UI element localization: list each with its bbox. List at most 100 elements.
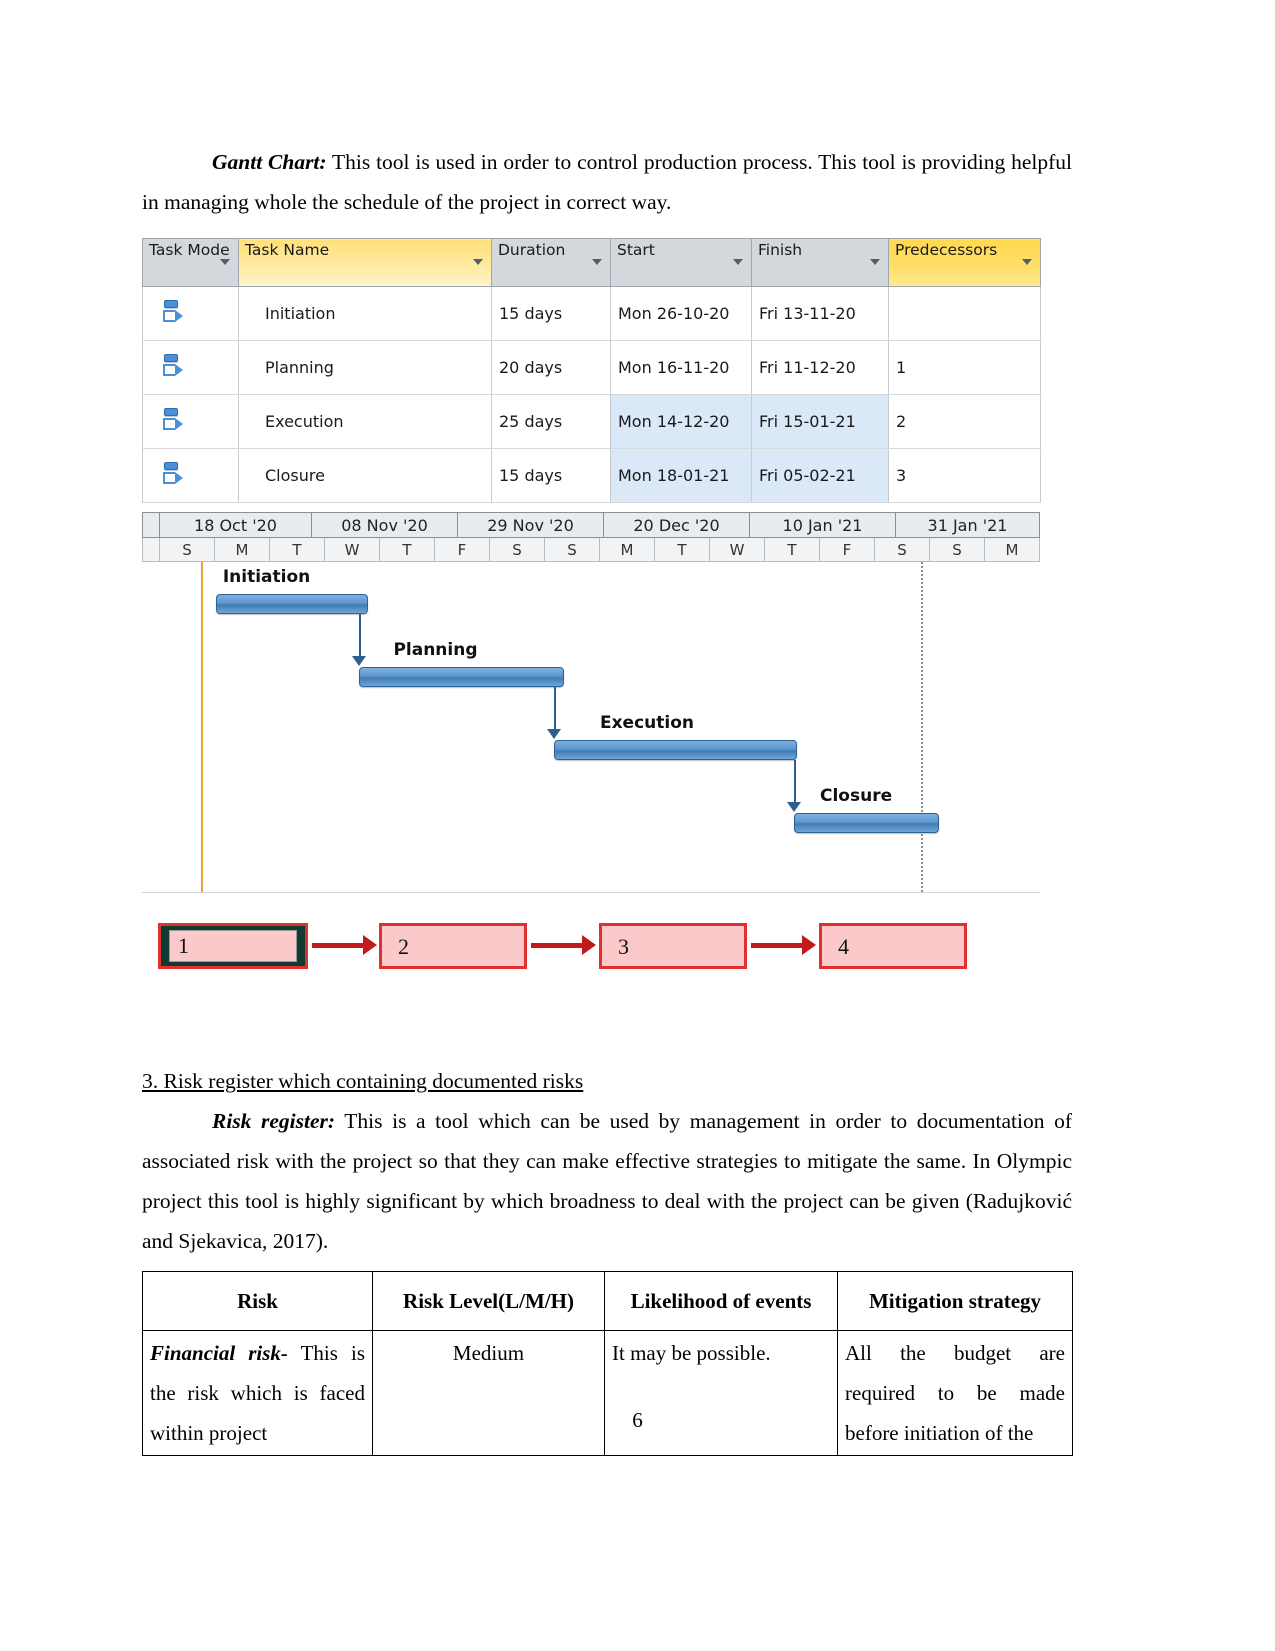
gantt-bar-planning[interactable] — [359, 667, 565, 687]
timescale-minor-cell: T — [654, 538, 709, 562]
risk-cell-level: Medium — [372, 1330, 605, 1456]
network-node-4[interactable]: 4 — [819, 923, 967, 969]
chevron-down-icon[interactable] — [220, 259, 230, 265]
bar-label-execution: Execution — [599, 713, 694, 733]
cell-task-name[interactable]: Planning — [238, 340, 492, 395]
gantt-chart-label: Gantt Chart: — [212, 150, 327, 174]
timescale-minor-cell: S — [489, 538, 544, 562]
dependency-link-2 — [554, 687, 557, 731]
cell-start[interactable]: Mon 16-11-20 — [610, 340, 752, 395]
network-node-3[interactable]: 3 — [599, 923, 747, 969]
timescale-major-cell: 18 Oct '20 — [159, 512, 311, 538]
network-node-1[interactable]: 1 — [158, 923, 308, 969]
network-node-1-label: 1 — [169, 930, 297, 962]
cell-task-mode[interactable] — [142, 340, 239, 395]
column-header-task-mode[interactable]: Task Mode — [142, 238, 239, 287]
table-row[interactable]: Initiation 15 days Mon 26-10-20 Fri 13-1… — [142, 286, 1041, 341]
bar-label-initiation: Initiation — [222, 567, 311, 587]
cell-start[interactable]: Mon 18-01-21 — [610, 448, 752, 503]
start-header-label: Start — [617, 241, 655, 259]
auto-schedule-icon — [163, 461, 183, 487]
column-header-start[interactable]: Start — [610, 238, 752, 287]
cell-duration[interactable]: 25 days — [491, 394, 611, 449]
chevron-down-icon[interactable] — [473, 259, 483, 265]
timescale-major-cell: 29 Nov '20 — [457, 512, 603, 538]
cell-start[interactable]: Mon 26-10-20 — [610, 286, 752, 341]
cell-duration[interactable]: 15 days — [491, 448, 611, 503]
dependency-arrow-3 — [786, 802, 801, 812]
duration-header-label: Duration — [498, 241, 566, 259]
cell-start[interactable]: Mon 14-12-20 — [610, 394, 752, 449]
network-node-4-label: 4 — [838, 934, 849, 959]
timescale-minor-cell: S — [159, 538, 214, 562]
timescale-minor-cell: F — [434, 538, 489, 562]
risk-cell-mitigation: All the budget are required to be made b… — [837, 1330, 1073, 1456]
cell-predecessors[interactable] — [888, 286, 1041, 341]
column-header-predecessors[interactable]: Predecessors — [888, 238, 1041, 287]
cell-predecessors[interactable]: 1 — [888, 340, 1041, 395]
table-row[interactable]: Execution 25 days Mon 14-12-20 Fri 15-01… — [142, 394, 1041, 449]
dependency-link-1 — [359, 614, 362, 658]
cell-predecessors[interactable]: 2 — [888, 394, 1041, 449]
gantt-bar-initiation[interactable] — [215, 594, 369, 614]
cell-finish[interactable]: Fri 15-01-21 — [751, 394, 889, 449]
column-header-task-name[interactable]: Task Name — [238, 238, 492, 287]
network-node-2[interactable]: 2 — [379, 923, 527, 969]
timescale-minor-cell: M — [984, 538, 1040, 562]
network-arrow-2-3 — [531, 935, 596, 955]
network-node-2-label: 2 — [398, 934, 409, 959]
cell-task-name[interactable]: Closure — [238, 448, 492, 503]
table-row[interactable]: Closure 15 days Mon 18-01-21 Fri 05-02-2… — [142, 448, 1041, 503]
page-number: 6 — [632, 1408, 643, 1432]
gantt-bar-closure[interactable] — [793, 813, 939, 833]
timescale-minor-cell: S — [544, 538, 599, 562]
cell-task-name[interactable]: Initiation — [238, 286, 492, 341]
timescale-major-cell: 31 Jan '21 — [895, 512, 1040, 538]
timescale-minor-cell: T — [764, 538, 819, 562]
risk-header-mitigation: Mitigation strategy — [837, 1271, 1073, 1331]
table-row[interactable]: Planning 20 days Mon 16-11-20 Fri 11-12-… — [142, 340, 1041, 395]
cell-finish[interactable]: Fri 13-11-20 — [751, 286, 889, 341]
risk-name-label: Financial risk- — [150, 1341, 288, 1365]
network-arrow-1-2 — [312, 935, 377, 955]
cell-task-mode[interactable] — [142, 286, 239, 341]
cell-task-mode[interactable] — [142, 394, 239, 449]
timescale-minor-cell: W — [709, 538, 764, 562]
cell-finish[interactable]: Fri 11-12-20 — [751, 340, 889, 395]
document-page: Gantt Chart: This tool is used in order … — [0, 0, 1275, 1651]
risk-register-paragraph: Risk register: This is a tool which can … — [142, 1101, 1072, 1261]
chevron-down-icon[interactable] — [592, 259, 602, 265]
timescale-major-pad — [142, 512, 159, 538]
grid-header-row: Task Mode Task Name Duration Start Finis… — [142, 238, 1041, 287]
timescale-major-cell: 10 Jan '21 — [749, 512, 895, 538]
risk-cell-description: Financial risk- This is the risk which i… — [142, 1330, 373, 1456]
column-header-duration[interactable]: Duration — [491, 238, 611, 287]
gantt-bar-execution[interactable] — [554, 740, 797, 760]
status-date-line — [921, 562, 924, 892]
column-header-finish[interactable]: Finish — [751, 238, 889, 287]
chevron-down-icon[interactable] — [1022, 259, 1032, 265]
cell-duration[interactable]: 20 days — [491, 340, 611, 395]
risk-header-level: Risk Level(L/M/H) — [372, 1271, 605, 1331]
cell-task-name[interactable]: Execution — [238, 394, 492, 449]
gantt-chart-plot: Initiation Planning Execution Closure — [142, 562, 1040, 893]
cell-duration[interactable]: 15 days — [491, 286, 611, 341]
auto-schedule-icon — [163, 353, 183, 379]
timescale-minor-pad — [142, 538, 159, 562]
cell-predecessors[interactable]: 3 — [888, 448, 1041, 503]
timescale-major-cell: 20 Dec '20 — [603, 512, 749, 538]
risk-cell-likelihood: It may be possible. — [604, 1330, 838, 1456]
timescale-major-row: 18 Oct '20 08 Nov '20 29 Nov '20 20 Dec … — [142, 512, 1040, 538]
network-node-3-label: 3 — [618, 934, 629, 959]
cell-task-mode[interactable] — [142, 448, 239, 503]
timescale-minor-cell: T — [269, 538, 324, 562]
chevron-down-icon[interactable] — [733, 259, 743, 265]
ms-project-screenshot: Task Mode Task Name Duration Start Finis… — [142, 238, 1041, 893]
timescale-minor-cell: M — [599, 538, 654, 562]
chevron-down-icon[interactable] — [870, 259, 880, 265]
risk-header-risk: Risk — [142, 1271, 373, 1331]
predecessors-header-label: Predecessors — [895, 241, 998, 259]
dependency-link-3 — [793, 760, 796, 804]
timescale-major-cell: 08 Nov '20 — [311, 512, 457, 538]
cell-finish[interactable]: Fri 05-02-21 — [751, 448, 889, 503]
